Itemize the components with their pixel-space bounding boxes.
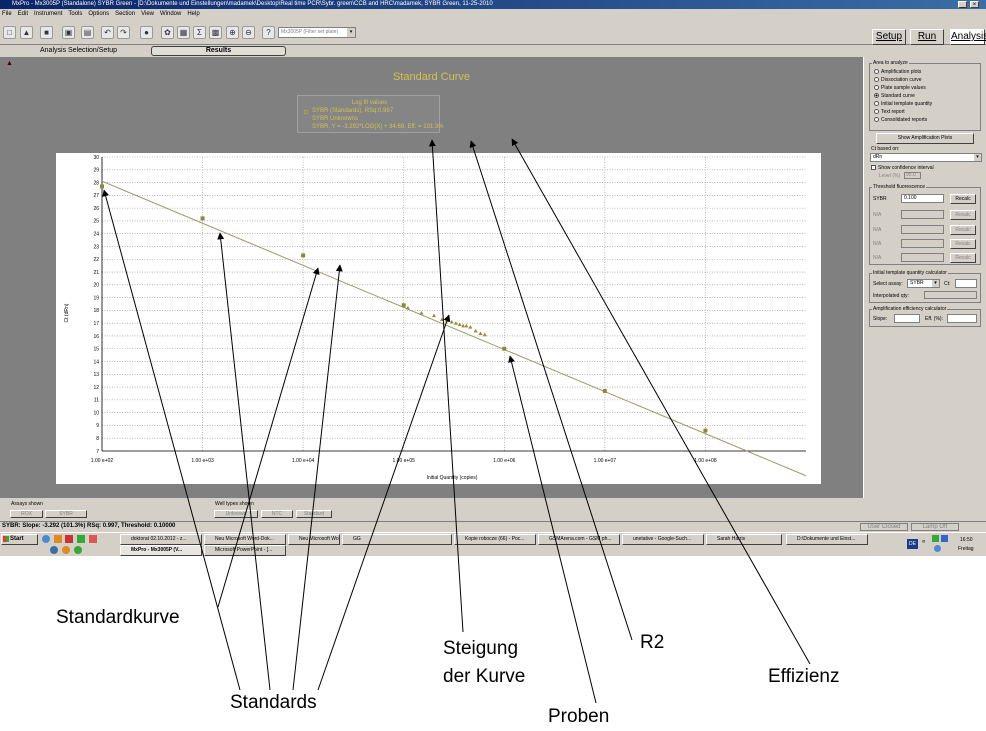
arrow-proben: [508, 355, 597, 704]
annotation-standardkurve: Standardkurve: [56, 607, 180, 628]
annotation-standards: Standards: [230, 692, 317, 713]
arrow-standard-4: [317, 314, 451, 691]
page: MxPro - Mx3005P (Standalone) SYBR Green …: [0, 0, 986, 731]
arrow-standardkurve: [217, 267, 320, 608]
arrow-standard-2: [217, 232, 271, 691]
arrow-effizienz: [511, 138, 811, 665]
annotation-proben: Proben: [548, 706, 610, 727]
arrow-r2: [469, 140, 633, 641]
annotation-r2: R2: [640, 632, 665, 653]
annotation-steigung-line2: der Kurve: [443, 666, 526, 687]
annotation-steigung-line1: Steigung: [443, 638, 519, 659]
arrow-steigung: [428, 139, 464, 633]
annotation-effizienz: Effizienz: [768, 666, 840, 687]
